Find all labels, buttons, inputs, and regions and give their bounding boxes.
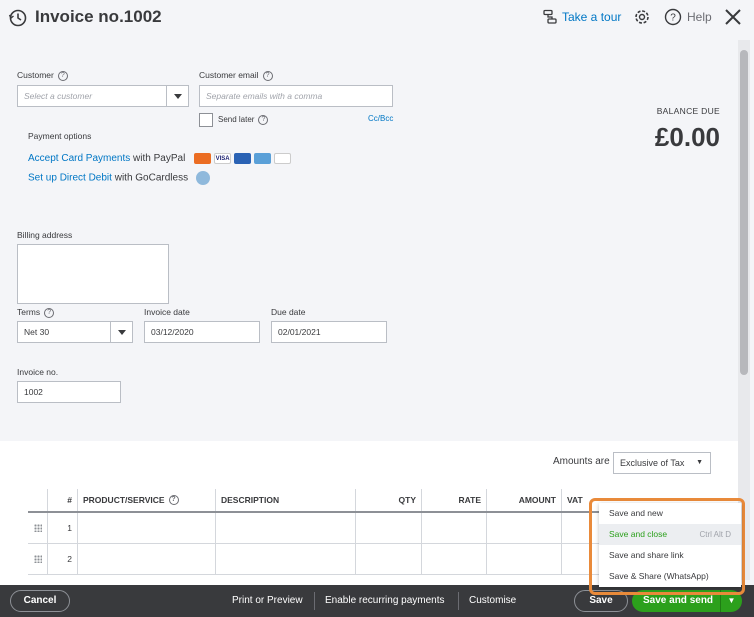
product-cell[interactable] xyxy=(78,513,216,543)
save-options-menu: Save and new Save and close Ctrl Alt D Sa… xyxy=(599,503,741,587)
rate-cell[interactable] xyxy=(422,544,487,574)
cc-bcc-link[interactable]: Cc/Bcc xyxy=(368,114,393,123)
cancel-button[interactable]: Cancel xyxy=(10,590,70,612)
gear-icon[interactable] xyxy=(632,7,652,27)
help-circle-icon[interactable]: ? xyxy=(57,70,68,81)
header-amount: AMOUNT xyxy=(487,489,562,511)
qty-cell[interactable] xyxy=(356,513,422,543)
invoice-no-field[interactable]: 1002 xyxy=(17,381,121,403)
tour-label: Take a tour xyxy=(562,10,622,24)
header-product-service: PRODUCT/SERVICE? xyxy=(78,489,216,511)
set-up-direct-debit-link[interactable]: Set up Direct Debit xyxy=(28,173,112,184)
customer-email-field[interactable]: Separate emails with a comma xyxy=(199,85,393,107)
help-circle-icon[interactable]: ? xyxy=(44,307,55,318)
customer-email-label: Customer email? xyxy=(199,70,273,81)
chevron-down-icon: ▼ xyxy=(696,459,703,466)
maestro-icon xyxy=(234,153,252,164)
drag-handle-icon[interactable] xyxy=(28,513,48,543)
email-placeholder: Separate emails with a comma xyxy=(206,91,323,101)
send-later-label: Send later? xyxy=(218,115,269,125)
page-title: Invoice no.1002 xyxy=(35,7,162,26)
rate-cell[interactable] xyxy=(422,513,487,543)
help-button[interactable]: ? Help xyxy=(664,8,712,26)
chevron-down-icon[interactable] xyxy=(166,86,188,106)
menu-item-save-share-whatsapp[interactable]: Save & Share (WhatsApp) xyxy=(599,566,741,587)
invoice-no-label: Invoice no. xyxy=(17,367,59,377)
chevron-down-icon[interactable] xyxy=(110,322,132,342)
close-icon[interactable] xyxy=(722,6,744,28)
row-number: 1 xyxy=(48,513,78,543)
customer-placeholder: Select a customer xyxy=(24,91,93,101)
invoice-no-value: 1002 xyxy=(24,387,43,397)
billing-address-label: Billing address xyxy=(17,230,73,240)
row-number: 2 xyxy=(48,544,78,574)
balance-due-label: BALANCE DUE xyxy=(656,106,720,116)
card-logos: VISA xyxy=(194,153,292,164)
footer-divider xyxy=(458,592,459,610)
product-cell[interactable] xyxy=(78,544,216,574)
tour-icon xyxy=(543,9,557,24)
customer-label: Customer? xyxy=(17,70,68,81)
menu-item-save-and-share-link[interactable]: Save and share link xyxy=(599,545,741,566)
description-cell[interactable] xyxy=(216,544,356,574)
due-date-field[interactable]: 02/01/2021 xyxy=(271,321,387,343)
menu-item-save-and-close[interactable]: Save and close Ctrl Alt D xyxy=(599,524,741,545)
shortcut-hint: Ctrl Alt D xyxy=(699,530,731,539)
due-date-label: Due date xyxy=(271,307,306,317)
due-date-value: 02/01/2021 xyxy=(278,327,321,337)
footer-divider xyxy=(314,592,315,610)
accept-card-payments-link[interactable]: Accept Card Payments xyxy=(28,153,130,164)
history-icon[interactable] xyxy=(8,8,28,28)
amounts-are-select[interactable]: Exclusive of Tax ▼ xyxy=(613,452,711,474)
save-and-send-label: Save and send xyxy=(643,595,714,606)
gocardless-suffix: with GoCardless xyxy=(111,172,189,184)
amount-cell[interactable] xyxy=(487,544,562,574)
header-description: DESCRIPTION xyxy=(216,489,356,511)
drag-handle-icon[interactable] xyxy=(28,544,48,574)
qty-cell[interactable] xyxy=(356,544,422,574)
help-circle-icon[interactable]: ? xyxy=(258,115,269,125)
invoice-date-field[interactable]: 03/12/2020 xyxy=(144,321,260,343)
help-label: Help xyxy=(687,10,712,24)
take-a-tour-link[interactable]: Take a tour xyxy=(542,9,621,25)
enable-recurring-link[interactable]: Enable recurring payments xyxy=(325,595,445,606)
help-circle-icon[interactable]: ? xyxy=(168,495,179,505)
invoice-date-value: 03/12/2020 xyxy=(151,327,194,337)
header-num: # xyxy=(48,489,78,511)
send-later-checkbox[interactable] xyxy=(199,113,213,127)
amex-icon xyxy=(254,153,272,164)
description-cell[interactable] xyxy=(216,513,356,543)
amounts-are-label: Amounts are xyxy=(553,456,610,467)
svg-text:?: ? xyxy=(670,13,676,24)
direct-debit-row: Set up Direct Debit with GoCardless xyxy=(28,171,210,185)
card-payments-row: Accept Card Payments with PayPal VISA xyxy=(28,153,292,165)
balance-due-value: £0.00 xyxy=(654,122,720,152)
amount-cell[interactable] xyxy=(487,513,562,543)
payment-options-title: Payment options xyxy=(28,131,92,141)
paypal-suffix: with PayPal xyxy=(130,153,186,165)
billing-address-field[interactable] xyxy=(17,244,169,304)
help-circle-icon[interactable]: ? xyxy=(262,70,273,81)
print-or-preview-link[interactable]: Print or Preview xyxy=(232,595,303,606)
terms-value: Net 30 xyxy=(24,327,50,337)
customise-link[interactable]: Customise xyxy=(469,595,516,606)
invoice-date-label: Invoice date xyxy=(144,307,190,317)
paypal-icon xyxy=(274,153,292,164)
visa-icon: VISA xyxy=(214,153,232,164)
gocardless-icon xyxy=(195,171,210,185)
scrollbar-thumb[interactable] xyxy=(740,50,748,375)
menu-item-save-and-new[interactable]: Save and new xyxy=(599,503,741,524)
help-icon: ? xyxy=(664,8,682,26)
invoice-header: Invoice no.1002 Take a tour ? Help xyxy=(0,0,754,36)
customer-select[interactable]: Select a customer xyxy=(17,85,189,107)
mastercard-icon xyxy=(194,153,212,164)
header-qty: QTY xyxy=(356,489,422,511)
header-rate: RATE xyxy=(422,489,487,511)
header-drag-col xyxy=(28,489,48,511)
amounts-are-value: Exclusive of Tax xyxy=(620,458,685,468)
terms-select[interactable]: Net 30 xyxy=(17,321,133,343)
terms-label: Terms? xyxy=(17,307,55,318)
